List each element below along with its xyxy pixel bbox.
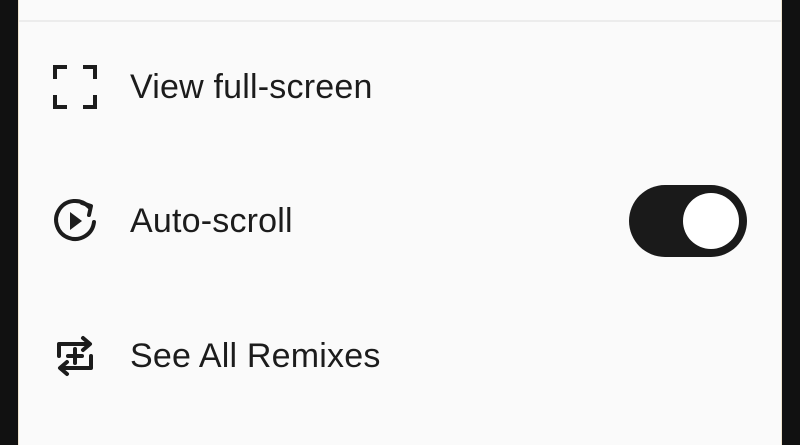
divider [19, 20, 781, 22]
fullscreen-icon [49, 61, 101, 113]
menu-item-auto-scroll[interactable]: Auto-scroll [19, 176, 781, 266]
toggle-knob [683, 193, 739, 249]
menu-item-see-all-remixes[interactable]: See All Remixes [19, 311, 781, 401]
menu-item-label: See All Remixes [130, 336, 381, 375]
menu-item-label: View full-screen [130, 67, 373, 106]
remix-icon [49, 330, 101, 382]
screen-frame: View full-screen Auto-scroll See All Rem… [0, 0, 800, 445]
auto-scroll-toggle[interactable] [629, 185, 747, 257]
menu-item-label: Auto-scroll [130, 201, 293, 240]
autoplay-icon [49, 195, 101, 247]
menu-item-view-fullscreen[interactable]: View full-screen [19, 42, 781, 132]
options-menu-sheet: View full-screen Auto-scroll See All Rem… [18, 0, 782, 445]
